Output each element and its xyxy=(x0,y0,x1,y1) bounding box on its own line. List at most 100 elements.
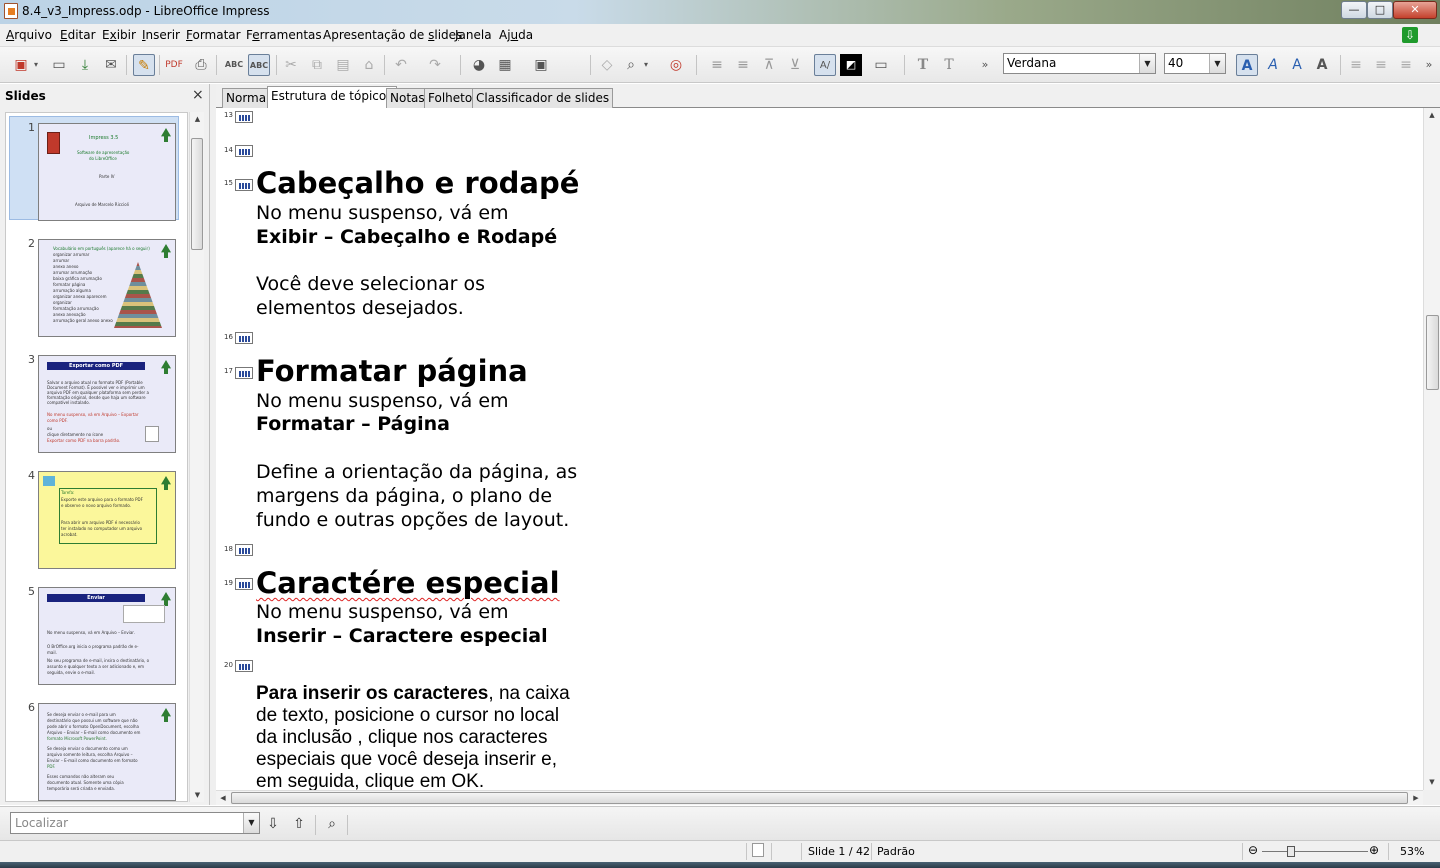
outline-text[interactable]: Exibir – Cabeçalho e Rodapé xyxy=(256,226,557,249)
horizontal-scroll-thumb[interactable] xyxy=(231,792,1408,804)
outline-view[interactable]: 13 14 15 Cabeçalho e rodapé No menu susp… xyxy=(216,108,1423,790)
scroll-down-arrow-icon[interactable]: ▼ xyxy=(190,788,205,802)
vertical-text-icon[interactable]: T xyxy=(938,54,960,76)
paste-icon[interactable]: ▤ xyxy=(332,54,354,76)
toolbar-overflow-icon[interactable]: » xyxy=(974,54,996,76)
outline-text[interactable]: No menu suspenso, vá em xyxy=(256,390,509,413)
navigator-icon[interactable]: ◇ xyxy=(596,54,618,76)
black-white-icon[interactable]: ◩ xyxy=(840,54,862,76)
email-document-icon[interactable]: ✉ xyxy=(100,54,122,76)
menu-inserir[interactable]: Inserir xyxy=(142,28,180,42)
slide-icon[interactable] xyxy=(235,332,253,344)
menu-formatar[interactable]: Formatar xyxy=(186,28,241,42)
formatting-on-off-icon[interactable]: A/ xyxy=(814,54,836,76)
scroll-down-arrow-icon[interactable]: ▼ xyxy=(1424,775,1440,789)
outline-text[interactable]: elementos desejados. xyxy=(256,297,464,320)
outline-text[interactable]: de texto, posicione o cursor no local xyxy=(256,705,559,727)
export-pdf-icon[interactable]: PDF xyxy=(163,54,185,76)
document-modified-icon[interactable] xyxy=(752,843,764,857)
tab-classificador-de-slides[interactable]: Classificador de slides xyxy=(472,88,614,108)
undo-icon[interactable]: ↶ xyxy=(390,54,412,76)
menu-ferramentas[interactable]: Ferramentas xyxy=(246,28,322,42)
outline-text[interactable]: em seguida, clique em OK. xyxy=(256,771,484,790)
align-left-icon[interactable]: ≡ xyxy=(1345,54,1367,76)
find-input[interactable]: Localizar ▼ xyxy=(10,812,260,834)
outline-text[interactable]: da inclusão , clique nos caracteres xyxy=(256,727,548,749)
show-subpoints-icon[interactable]: ⊻ xyxy=(784,54,806,76)
zoom-percentage[interactable]: 53% xyxy=(1400,845,1424,858)
chevron-down-icon[interactable]: ▼ xyxy=(1139,54,1155,73)
slides-scroll-thumb[interactable] xyxy=(191,138,203,250)
slide-icon[interactable] xyxy=(235,544,253,556)
menu-apresentacao-de-slides[interactable]: Apresentação de slides xyxy=(323,28,462,42)
slide-thumbnail-5[interactable]: Enviar No menu suspenso, vá em Arquivo –… xyxy=(38,587,176,685)
toolbar-overflow-icon[interactable]: » xyxy=(1418,54,1440,76)
slide-icon[interactable] xyxy=(235,660,253,672)
help-icon[interactable]: ◎ xyxy=(665,54,687,76)
bold-outline-icon[interactable]: A xyxy=(1236,54,1258,76)
align-center-icon[interactable]: ≡ xyxy=(1370,54,1392,76)
outline-text[interactable]: No menu suspenso, vá em xyxy=(256,202,509,225)
tab-estrutura-de-topicos[interactable]: Estrutura de tópicos xyxy=(267,86,397,109)
print-icon[interactable]: ⎙ xyxy=(190,54,212,76)
spellcheck-icon[interactable]: ABC xyxy=(223,54,245,76)
edit-file-icon[interactable]: ✎ xyxy=(133,54,155,76)
zoom-icon[interactable]: ⌕ xyxy=(620,54,642,76)
copy-icon[interactable]: ⧉ xyxy=(306,54,328,76)
menu-exibir[interactable]: Exibir xyxy=(102,28,136,42)
zoom-slider-knob[interactable] xyxy=(1286,846,1295,857)
zoom-dropdown-arrow-icon[interactable]: ▾ xyxy=(640,54,652,76)
italic-icon[interactable]: A xyxy=(1262,54,1284,76)
save-icon[interactable]: ⤓ xyxy=(74,54,96,76)
outline-horizontal-scrollbar[interactable]: ◀ ▶ xyxy=(216,790,1423,805)
find-next-icon[interactable]: ⇩ xyxy=(264,815,282,833)
slide-icon[interactable] xyxy=(235,578,253,590)
slide-title[interactable]: Formatar página xyxy=(256,354,528,388)
slide-title[interactable]: Caractére especial xyxy=(256,566,560,600)
minimize-button[interactable]: — xyxy=(1341,1,1367,19)
text-icon[interactable]: T xyxy=(912,54,934,76)
menu-janela[interactable]: Janela xyxy=(455,28,492,42)
display-views-icon[interactable]: ▣ xyxy=(530,54,552,76)
redo-icon[interactable]: ↷ xyxy=(424,54,446,76)
outline-font-icon[interactable]: A xyxy=(1286,54,1308,76)
outline-vertical-scrollbar[interactable]: ▲ ▼ xyxy=(1423,108,1440,790)
menu-arquivo[interactable]: Arquivo xyxy=(6,28,52,42)
close-window-button[interactable]: ✕ xyxy=(1393,1,1437,19)
find-previous-icon[interactable]: ⇧ xyxy=(290,815,308,833)
cut-icon[interactable]: ✂ xyxy=(280,54,302,76)
clone-formatting-icon[interactable]: ⌂ xyxy=(358,54,380,76)
find-replace-icon[interactable]: ⌕ xyxy=(323,815,341,833)
chevron-down-icon[interactable]: ▼ xyxy=(1209,54,1225,73)
outline-text[interactable]: Define a orientação da página, as xyxy=(256,461,577,484)
chevron-down-icon[interactable]: ▼ xyxy=(243,813,259,833)
slide-show-icon[interactable]: ▭ xyxy=(870,54,892,76)
outline-text[interactable]: No menu suspenso, vá em xyxy=(256,601,509,624)
slide-icon[interactable] xyxy=(235,111,253,123)
impress-app-icon[interactable] xyxy=(4,3,18,19)
zoom-out-icon[interactable]: ⊖ xyxy=(1248,843,1258,857)
first-level-icon[interactable]: ≡ xyxy=(706,54,728,76)
outline-text[interactable]: fundo e outras opções de layout. xyxy=(256,509,569,532)
all-levels-icon[interactable]: ≡ xyxy=(732,54,754,76)
zoom-in-icon[interactable]: ⊕ xyxy=(1369,843,1379,857)
table-icon[interactable]: ▦ xyxy=(494,54,516,76)
slide-title[interactable]: Cabeçalho e rodapé xyxy=(256,166,579,200)
slide-icon[interactable] xyxy=(235,179,253,191)
font-size-combo[interactable]: 40 ▼ xyxy=(1164,53,1226,74)
close-icon[interactable]: × xyxy=(192,87,204,103)
new-document-icon[interactable]: ▣ xyxy=(10,54,32,76)
slide-thumbnail-6[interactable]: Se deseja enviar o e-mail para um destin… xyxy=(38,703,176,801)
align-right-icon[interactable]: ≡ xyxy=(1395,54,1417,76)
scroll-left-arrow-icon[interactable]: ◀ xyxy=(216,791,230,805)
shadow-icon[interactable]: A xyxy=(1311,54,1333,76)
new-dropdown-arrow-icon[interactable]: ▾ xyxy=(30,54,42,76)
slide-icon[interactable] xyxy=(235,145,253,157)
outline-text[interactable]: Para inserir os caracteres, na caixa xyxy=(256,683,570,705)
chart-icon[interactable]: ◕ xyxy=(468,54,490,76)
slide-thumbnail-2[interactable]: Vocabulário em português (aparece há o s… xyxy=(38,239,176,337)
scroll-right-arrow-icon[interactable]: ▶ xyxy=(1409,791,1423,805)
slides-scrollbar[interactable]: ▲ ▼ xyxy=(189,112,204,802)
outline-text[interactable]: margens da página, o plano de xyxy=(256,485,552,508)
maximize-button[interactable]: □ xyxy=(1367,1,1393,19)
